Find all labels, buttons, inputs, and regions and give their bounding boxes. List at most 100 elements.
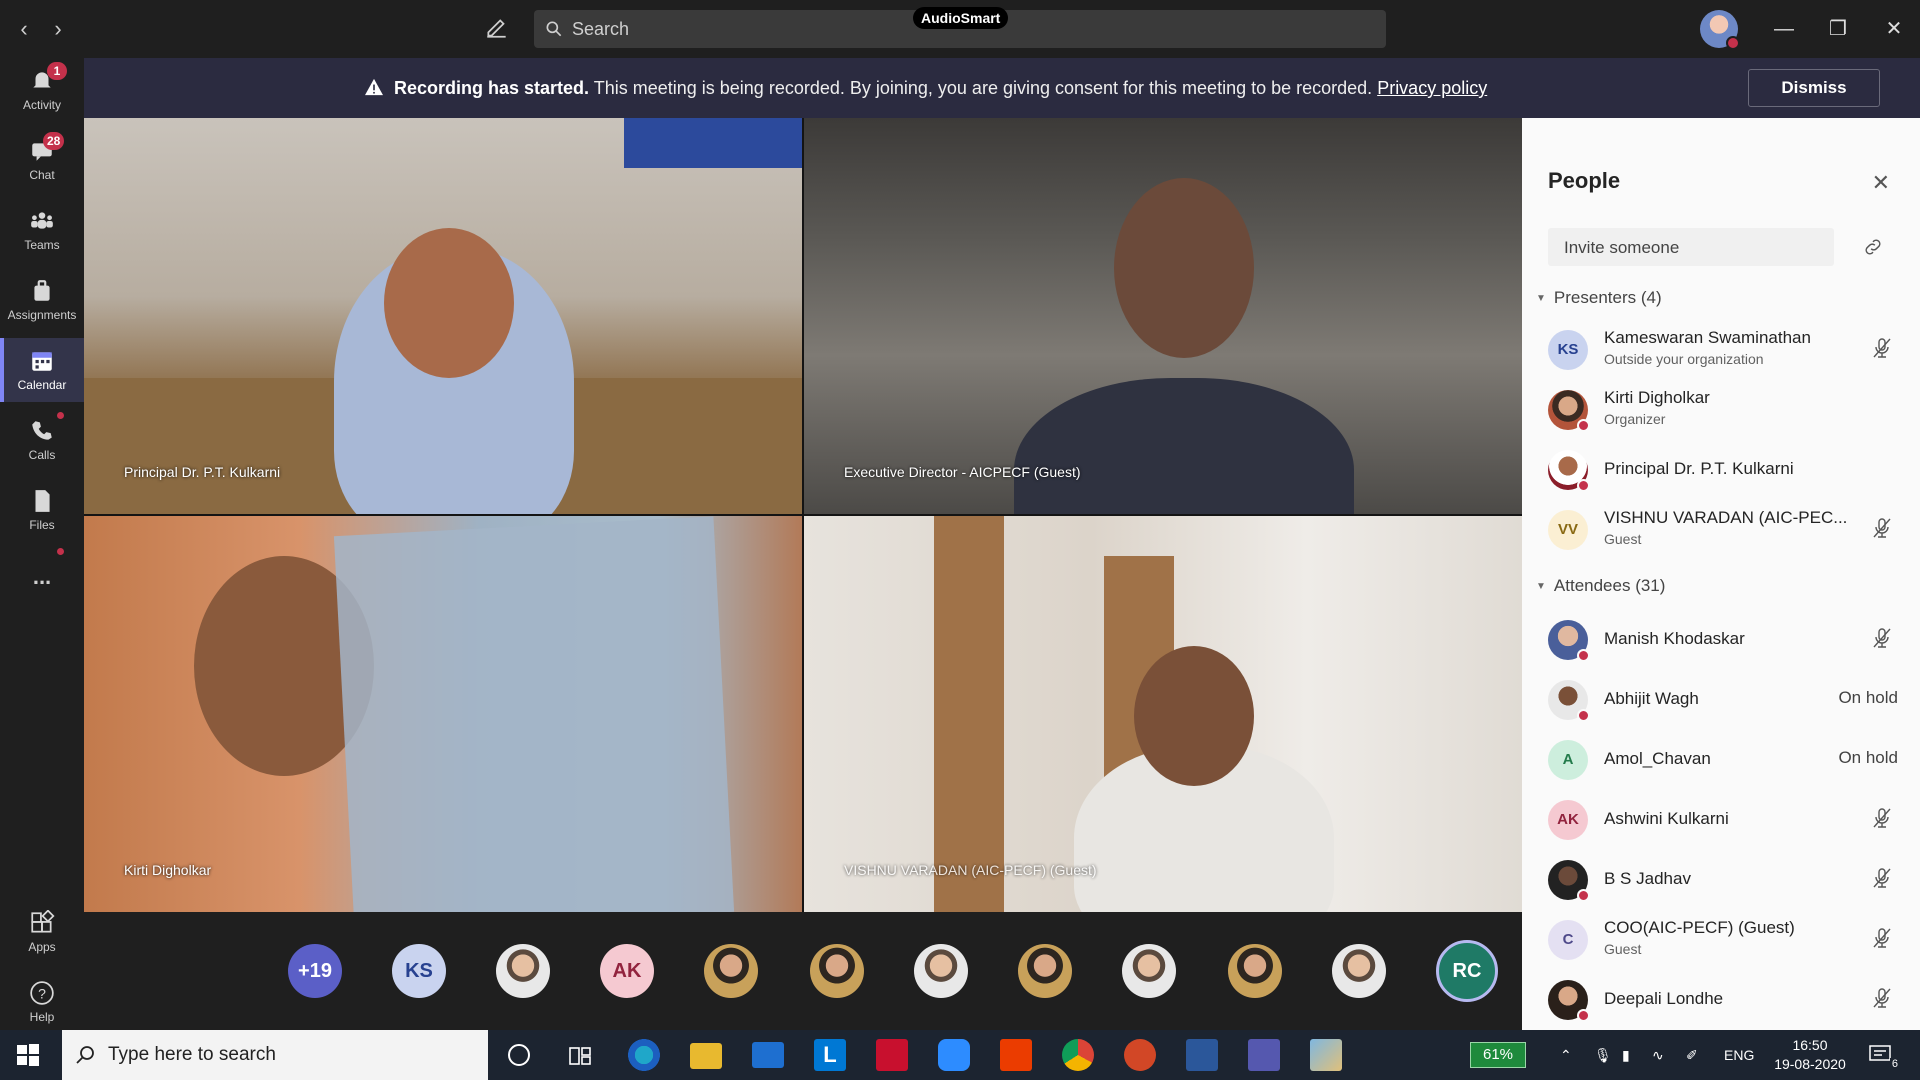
profile-avatar[interactable] [1700, 10, 1740, 50]
more-notification-dot [57, 548, 64, 555]
attendees-header[interactable]: ▼ Attendees (31) [1536, 576, 1665, 596]
participant-row[interactable]: VV VISHNU VARADAN (AIC-PEC... Guest [1522, 500, 1920, 558]
participant-role: Organizer [1604, 411, 1666, 427]
participant-row[interactable]: C COO(AIC-PECF) (Guest) Guest [1522, 910, 1920, 968]
invite-input[interactable]: Invite someone [1548, 228, 1834, 266]
participant-row[interactable]: A Amol_Chavan On hold [1522, 730, 1920, 788]
rail-assignments[interactable]: Assignments [0, 268, 84, 332]
video-tile[interactable]: Executive Director - AICPECF (Guest) [804, 118, 1522, 514]
battery-icon[interactable]: ▮ [1622, 1030, 1630, 1080]
video-tile[interactable]: Principal Dr. P.T. Kulkarni [84, 118, 802, 514]
rail-apps[interactable]: Apps [0, 900, 84, 964]
file-explorer-icon[interactable] [690, 1043, 722, 1069]
notification-center-icon[interactable]: 6 [1868, 1042, 1900, 1070]
paint-icon[interactable] [1310, 1039, 1342, 1071]
office-icon[interactable] [1000, 1039, 1032, 1071]
lync-icon[interactable]: L [814, 1039, 846, 1071]
rail-chat[interactable]: 28 Chat [0, 128, 84, 192]
participant-avatar[interactable]: KS [392, 944, 446, 998]
taskbar-search[interactable]: Type here to search [62, 1030, 488, 1080]
dismiss-button[interactable]: Dismiss [1748, 69, 1880, 107]
pen-icon[interactable]: ✐ [1686, 1030, 1698, 1080]
cortana-icon[interactable] [508, 1044, 530, 1066]
participant-avatar[interactable] [1228, 944, 1282, 998]
rail-calls[interactable]: Calls [0, 408, 84, 472]
task-view-icon[interactable] [568, 1044, 592, 1073]
video-tile[interactable]: Kirti Digholkar [84, 516, 802, 912]
participant-row[interactable]: KS Kameswaran Swaminathan Outside your o… [1522, 320, 1920, 378]
chrome-icon[interactable] [1062, 1039, 1094, 1071]
search-icon [76, 1046, 94, 1064]
powerpoint-icon[interactable] [1124, 1039, 1156, 1071]
phone-icon [29, 418, 55, 444]
mail-icon[interactable] [752, 1042, 784, 1068]
microphone-icon[interactable]: 🎙 [1594, 1030, 1612, 1080]
status-dot [1577, 649, 1590, 662]
participant-avatar[interactable] [704, 944, 758, 998]
participant-avatar[interactable] [1332, 944, 1386, 998]
participant-figure [1014, 378, 1354, 514]
share-link-icon[interactable] [1862, 236, 1884, 258]
zoom-icon[interactable] [938, 1039, 970, 1071]
compose-icon[interactable] [484, 14, 514, 44]
rail-teams[interactable]: Teams [0, 198, 84, 262]
forward-arrow-icon[interactable]: › [44, 14, 72, 44]
back-arrow-icon[interactable]: ‹ [10, 14, 38, 44]
participant-row[interactable]: AK Ashwini Kulkarni [1522, 790, 1920, 848]
rail-help[interactable]: ? Help [0, 970, 84, 1034]
participant-role: Guest [1604, 941, 1642, 957]
wall-poster [624, 118, 802, 168]
privacy-policy-link[interactable]: Privacy policy [1377, 78, 1487, 98]
clock[interactable]: 16:50 19-08-2020 [1768, 1036, 1852, 1074]
participant-row[interactable]: B S Jadhav [1522, 850, 1920, 908]
windows-start-icon[interactable] [16, 1043, 40, 1072]
participant-avatar[interactable] [496, 944, 550, 998]
participant-avatar[interactable] [1018, 944, 1072, 998]
rail-files[interactable]: Files [0, 478, 84, 542]
edge-icon[interactable] [628, 1039, 660, 1071]
banner-title: Recording has started. [394, 78, 590, 98]
participant-row[interactable]: Principal Dr. P.T. Kulkarni [1522, 440, 1920, 498]
participant-avatar[interactable] [810, 944, 864, 998]
close-icon[interactable]: ✕ [1872, 170, 1890, 196]
participant-avatar[interactable]: RC [1436, 940, 1498, 1002]
rail-label: Calendar [17, 378, 67, 392]
restore-icon[interactable]: ❐ [1820, 12, 1856, 46]
participant-face [384, 228, 514, 378]
participant-row[interactable]: Abhijit Wagh On hold [1522, 670, 1920, 728]
rail-activity[interactable]: 1 Activity [0, 58, 84, 122]
participant-name: Kirti Digholkar [1604, 388, 1710, 407]
rail-more[interactable]: ... [0, 548, 84, 612]
people-title: People [1548, 168, 1621, 193]
battery-meter[interactable]: 61% [1470, 1042, 1526, 1068]
participant-row[interactable]: Kirti Digholkar Organizer [1522, 380, 1920, 438]
close-window-icon[interactable]: ✕ [1876, 12, 1912, 46]
participant-avatar [1548, 980, 1590, 1022]
more-participants-badge[interactable]: +19 [288, 944, 342, 998]
presenters-header[interactable]: ▼ Presenters (4) [1536, 288, 1662, 308]
mcafee-icon[interactable] [876, 1039, 908, 1071]
mic-off-icon [1873, 808, 1891, 828]
participant-face [1114, 178, 1254, 358]
participant-row[interactable]: Deepali Londhe [1522, 970, 1920, 1028]
word-icon[interactable] [1186, 1039, 1218, 1071]
participant-name: Kameswaran Swaminathan [1604, 328, 1811, 347]
presenters-title: Presenters (4) [1553, 288, 1662, 307]
language-indicator[interactable]: ENG [1724, 1030, 1754, 1080]
participant-avatar [1548, 390, 1590, 432]
chat-icon: 28 [29, 132, 65, 164]
teams-taskbar-icon[interactable] [1248, 1039, 1280, 1071]
wifi-icon[interactable]: ∿ [1652, 1030, 1664, 1080]
participant-avatar: AK [1548, 800, 1588, 840]
rail-calendar[interactable]: Calendar [0, 338, 84, 402]
minimize-icon[interactable]: — [1766, 12, 1802, 46]
participant-avatar[interactable] [1122, 944, 1176, 998]
participant-avatar[interactable] [914, 944, 968, 998]
chevron-up-icon[interactable]: ⌃ [1560, 1030, 1572, 1080]
participant-row[interactable]: Manish Khodaskar [1522, 610, 1920, 668]
rail-label: Files [29, 518, 55, 532]
video-tile[interactable]: VISHNU VARADAN (AIC-PECF) (Guest) [804, 516, 1522, 912]
participant-avatar[interactable]: AK [600, 944, 654, 998]
participant-name: Manish Khodaskar [1604, 629, 1745, 648]
rail-label: Chat [29, 168, 55, 182]
